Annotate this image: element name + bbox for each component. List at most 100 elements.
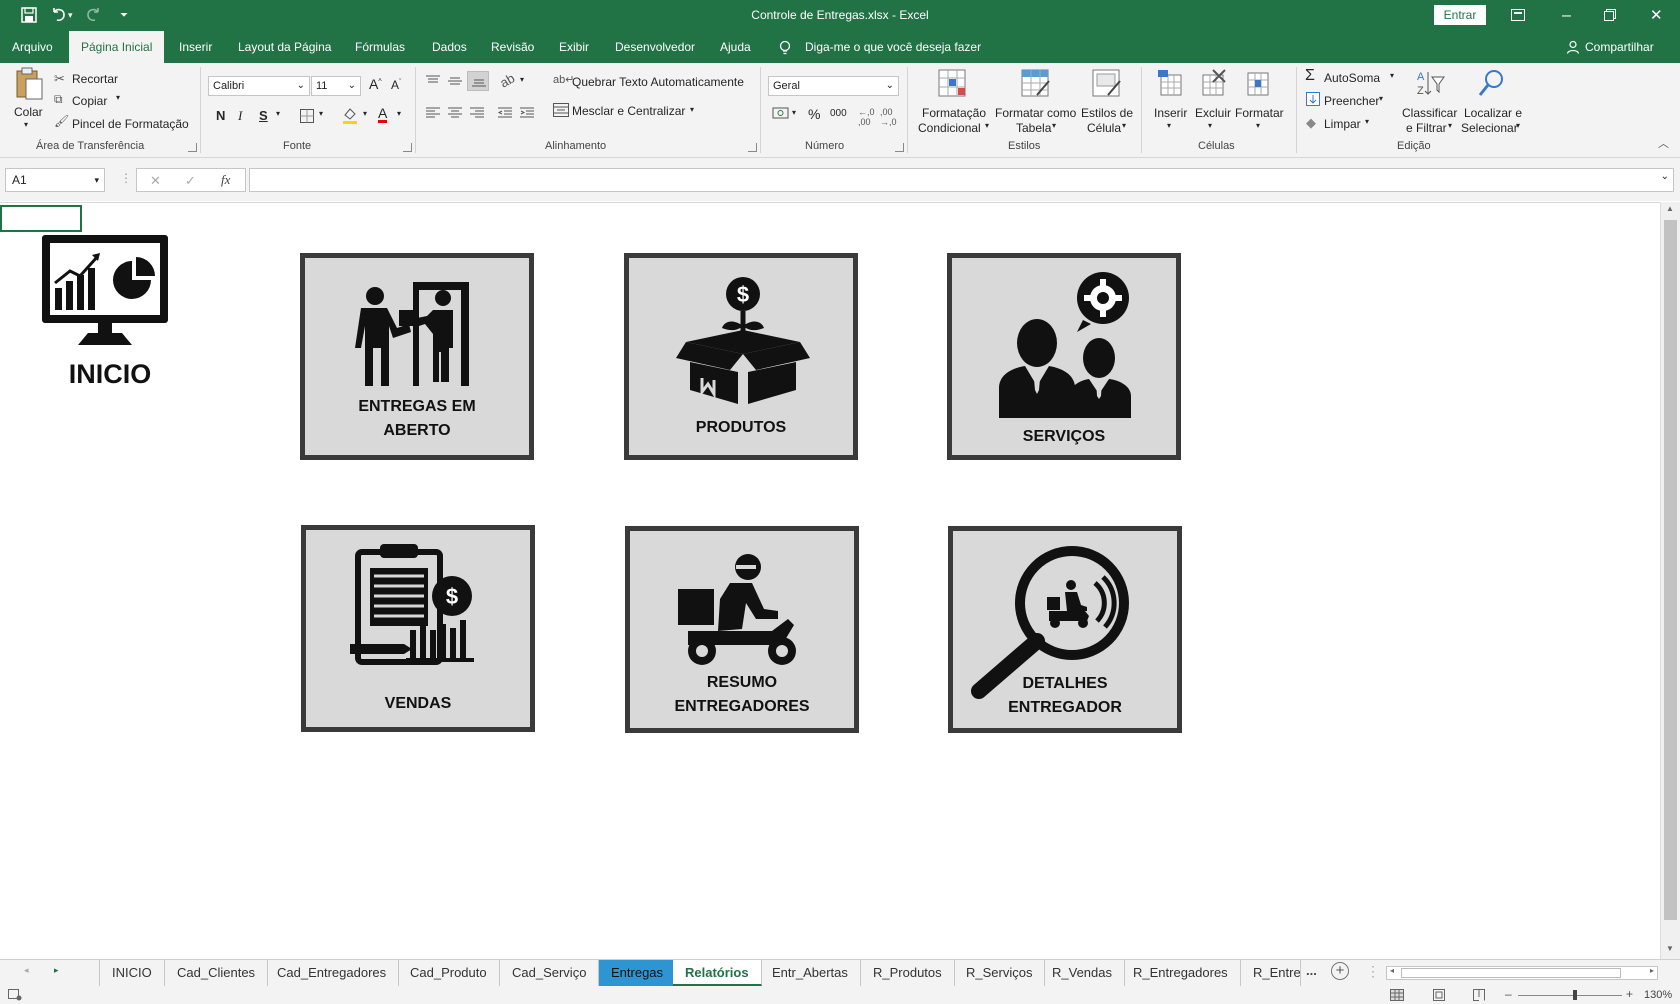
tell-me-search[interactable]: Diga-me o que você deseja fazer <box>805 31 981 63</box>
italic-button[interactable]: I <box>238 108 242 124</box>
font-color-dropdown-icon[interactable]: ▾ <box>397 109 401 118</box>
grow-font-icon[interactable]: A^ <box>369 76 382 92</box>
align-middle-icon[interactable] <box>447 75 463 87</box>
borders-icon[interactable] <box>299 108 315 124</box>
underline-button[interactable]: S <box>259 108 268 123</box>
sort-filter-button[interactable]: Classificar <box>1402 106 1457 120</box>
autosum-button[interactable]: AutoSoma <box>1324 71 1380 85</box>
accounting-dropdown-icon[interactable]: ▾ <box>792 108 796 117</box>
cell-styles-dropdown-icon[interactable]: ▾ <box>1122 121 1126 130</box>
clipboard-launcher-icon[interactable] <box>188 143 197 152</box>
page-break-view-icon[interactable] <box>1473 989 1485 1001</box>
tab-desenvolvedor[interactable]: Desenvolvedor <box>615 31 695 63</box>
shrink-font-icon[interactable]: Aˇ <box>391 78 401 92</box>
align-top-icon[interactable] <box>425 75 441 87</box>
selected-cell-a1[interactable] <box>0 205 82 232</box>
alignment-launcher-icon[interactable] <box>748 143 757 152</box>
horizontal-scroll-thumb[interactable] <box>1401 968 1621 978</box>
sheet-tab-cad-entregadores[interactable]: Cad_Entregadores <box>265 960 400 986</box>
vertical-scrollbar[interactable]: ▲ ▼ <box>1660 202 1680 959</box>
clear-dropdown-icon[interactable]: ▾ <box>1365 117 1369 126</box>
tile-detalhes-entregador[interactable]: DETALHES ENTREGADOR <box>948 526 1182 733</box>
conditional-formatting-button[interactable]: Formatação <box>922 106 986 120</box>
number-format-select[interactable]: Geral ⌄ <box>768 76 899 96</box>
merge-center-button[interactable]: Mesclar e Centralizar <box>572 104 685 118</box>
find-select-button[interactable]: Localizar e <box>1464 106 1522 120</box>
copy-button[interactable]: Copiar <box>72 94 107 108</box>
sheet-tab-r-entreg[interactable]: R_Entreç <box>1241 960 1301 986</box>
decrease-indent-icon[interactable] <box>497 107 513 119</box>
zoom-slider-thumb[interactable] <box>1573 990 1577 1000</box>
zoom-level[interactable]: 130% <box>1644 989 1672 1001</box>
inicio-button[interactable]: INICIO <box>30 233 190 413</box>
scroll-right-icon[interactable]: ▸ <box>1650 966 1654 975</box>
comma-style-button[interactable]: 000 <box>830 108 847 119</box>
increase-decimal-icon[interactable]: ←,0,00 <box>858 107 875 127</box>
autosum-icon[interactable]: Σ <box>1305 67 1315 85</box>
cut-button[interactable]: Recortar <box>72 72 118 86</box>
tab-formulas[interactable]: Fórmulas <box>355 31 405 63</box>
align-center-icon[interactable] <box>447 107 463 119</box>
insert-dropdown-icon[interactable]: ▾ <box>1167 121 1171 130</box>
font-name-select[interactable]: Calibri ⌄ <box>208 76 310 96</box>
font-launcher-icon[interactable] <box>403 143 412 152</box>
orientation-icon[interactable]: ab <box>497 70 517 90</box>
tab-arquivo[interactable]: Arquivo <box>12 31 53 63</box>
format-painter-icon[interactable]: 🖌 <box>54 114 69 128</box>
format-dropdown-icon[interactable]: ▾ <box>1256 121 1260 130</box>
restore-icon[interactable] <box>1604 9 1616 21</box>
scroll-down-icon[interactable]: ▼ <box>1666 944 1674 953</box>
sheet-tab-cad-produto[interactable]: Cad_Produto <box>398 960 500 986</box>
ribbon-display-options-icon[interactable] <box>1511 9 1525 21</box>
clear-button[interactable]: Limpar <box>1324 117 1361 131</box>
horizontal-scrollbar[interactable]: ◂ ▸ <box>1386 966 1658 980</box>
cell-styles-icon[interactable] <box>1092 69 1122 99</box>
formula-input[interactable]: ⌄ <box>249 168 1674 192</box>
align-bottom-button[interactable] <box>467 71 489 91</box>
cell-styles-button[interactable]: Estilos de <box>1081 106 1133 120</box>
tab-exibir[interactable]: Exibir <box>559 31 589 63</box>
format-painter-button[interactable]: Pincel de Formatação <box>72 117 189 131</box>
paste-button[interactable]: Colar <box>14 105 43 119</box>
sheet-tab-inicio[interactable]: INICIO <box>100 960 165 986</box>
worksheet-grid[interactable]: INICIO ENTREGAS EM ABERTO $ PRODUTOS SER… <box>0 202 1660 959</box>
name-box[interactable]: A1 ▾ <box>5 168 105 192</box>
sheet-tab-entregas[interactable]: Entregas <box>599 960 677 986</box>
font-color-icon[interactable]: A <box>378 106 388 123</box>
format-as-table-icon[interactable] <box>1021 69 1051 99</box>
copy-icon[interactable]: ⧉ <box>54 92 63 107</box>
tab-revisao[interactable]: Revisão <box>491 31 534 63</box>
sheet-tab-r-produtos[interactable]: R_Produtos <box>861 960 955 986</box>
merge-dropdown-icon[interactable]: ▾ <box>690 105 694 114</box>
find-select-dropdown-icon[interactable]: ▾ <box>1516 121 1520 130</box>
zoom-slider[interactable] <box>1518 995 1622 996</box>
collapse-ribbon-icon[interactable]: ︿ <box>1658 135 1669 151</box>
tab-inserir[interactable]: Inserir <box>179 31 212 63</box>
customize-qat-icon[interactable]: ⏷ <box>120 0 128 31</box>
save-icon[interactable] <box>20 6 38 24</box>
clear-icon[interactable]: ◆ <box>1306 115 1316 131</box>
fill-color-dropdown-icon[interactable]: ▾ <box>363 109 367 118</box>
page-layout-view-icon[interactable] <box>1433 989 1445 1001</box>
fill-icon[interactable] <box>1306 92 1320 106</box>
sort-filter-icon[interactable]: AZ <box>1415 68 1445 98</box>
scroll-left-icon[interactable]: ◂ <box>1390 966 1394 975</box>
find-select-icon[interactable] <box>1476 68 1506 98</box>
tile-servicos[interactable]: SERVIÇOS <box>947 253 1181 460</box>
tab-pagina-inicial[interactable]: Página Inicial <box>69 31 165 63</box>
sheet-tab-r-vendas[interactable]: R_Vendas <box>1040 960 1125 986</box>
increase-indent-icon[interactable] <box>519 107 535 119</box>
merge-center-icon[interactable] <box>553 103 569 117</box>
align-right-icon[interactable] <box>469 107 485 119</box>
borders-dropdown-icon[interactable]: ▾ <box>319 109 323 118</box>
tile-entregas-em-aberto[interactable]: ENTREGAS EM ABERTO <box>300 253 534 460</box>
fill-button[interactable]: Preencher <box>1324 94 1379 108</box>
more-tabs-button[interactable]: ... <box>1306 963 1317 978</box>
normal-view-icon[interactable] <box>1390 989 1404 1001</box>
autosum-dropdown-icon[interactable]: ▾ <box>1390 71 1394 80</box>
sheet-tab-r-entregadores[interactable]: R_Entregadores <box>1121 960 1241 986</box>
scroll-tabs-right-icon[interactable]: ▸ <box>54 965 59 976</box>
orientation-dropdown-icon[interactable]: ▾ <box>520 75 524 84</box>
format-as-table-dropdown-icon[interactable]: ▾ <box>1052 121 1056 130</box>
minimize-icon[interactable]: – <box>1562 0 1571 31</box>
